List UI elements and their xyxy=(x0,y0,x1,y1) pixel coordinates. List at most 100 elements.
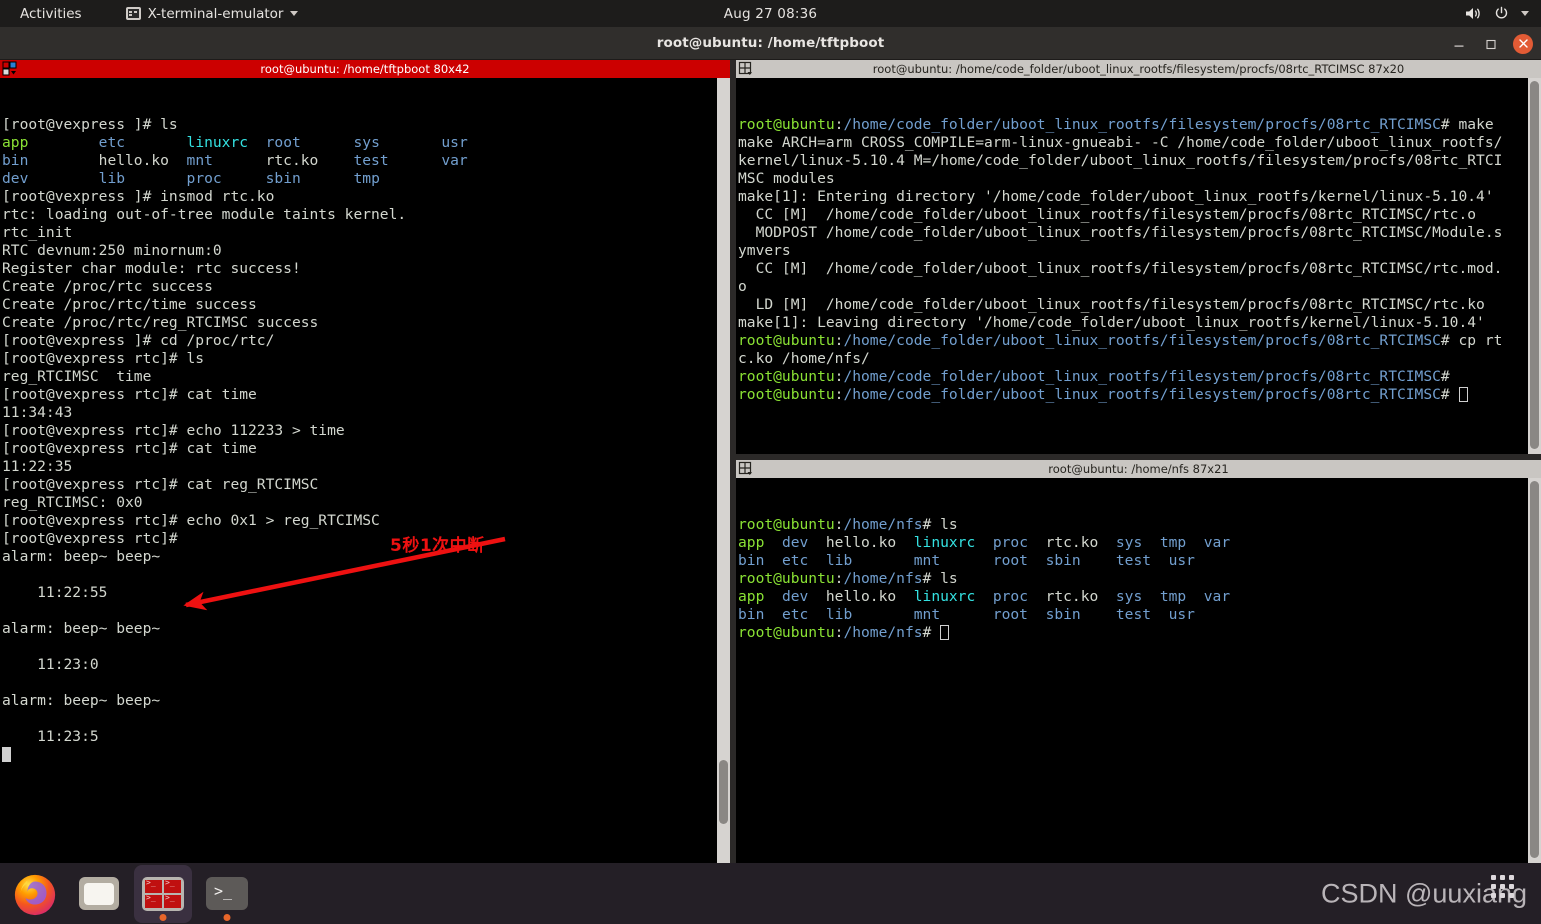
terminal-pane-container: root@ubuntu: /home/tftpboot 80x42 [root@… xyxy=(0,60,1541,863)
terminal-output-left[interactable]: [root@vexpress ]# ls app etc linuxrc root… xyxy=(0,78,730,863)
terminal-output-right-bottom[interactable]: root@ubuntu:/home/nfs# ls app dev hello.k… xyxy=(736,478,1541,863)
terminal-line: alarm: beep~ beep~ xyxy=(2,620,161,637)
terminal-line: c.ko /home/nfs/ xyxy=(738,350,870,367)
scrollbar-right-bottom[interactable] xyxy=(1528,478,1541,863)
pane-title-right-bottom-text: root@ubuntu: /home/nfs 87x21 xyxy=(1048,462,1229,476)
terminal-line: rtc: loading out-of-tree module taints k… xyxy=(2,206,407,223)
terminal-line: MSC modules xyxy=(738,170,835,187)
pane-split-icon[interactable] xyxy=(2,61,18,77)
firefox-icon xyxy=(14,874,56,915)
scrollbar-thumb[interactable] xyxy=(1530,481,1539,858)
terminal-line: app dev hello.ko linuxrc proc rtc.ko sys… xyxy=(738,534,1231,551)
dock-item-terminator[interactable] xyxy=(134,864,192,923)
terminal-line: Register char module: rtc success! xyxy=(2,260,301,277)
terminal-line: ymvers xyxy=(738,242,791,259)
terminal-line: Create /proc/rtc/time success xyxy=(2,296,257,313)
chevron-down-icon xyxy=(290,11,299,16)
terminal-line: [root@vexpress rtc]# cat time xyxy=(2,440,257,457)
power-icon xyxy=(1494,6,1509,21)
terminator-icon xyxy=(142,876,184,911)
scrollbar-thumb[interactable] xyxy=(1530,81,1539,449)
terminal-line: 11:34:43 xyxy=(2,404,73,421)
terminal-line: root@ubuntu:/home/code_folder/uboot_linu… xyxy=(738,386,1539,404)
dock: CSDN @uuxiang xyxy=(0,863,1541,924)
terminal-cursor xyxy=(1458,387,1468,402)
terminal-line: rtc_init xyxy=(2,224,73,241)
terminal-line: make[1]: Entering directory '/home/code_… xyxy=(738,188,1494,205)
terminal-line: bin hello.ko mnt rtc.ko test var xyxy=(2,152,468,169)
close-button[interactable] xyxy=(1513,33,1533,54)
chevron-down-icon[interactable] xyxy=(1521,11,1529,16)
terminal-line: alarm: beep~ beep~ xyxy=(2,548,161,565)
terminal-line: app dev hello.ko linuxrc proc rtc.ko sys… xyxy=(738,588,1231,605)
pane-split-icon[interactable] xyxy=(738,461,754,477)
terminal-line: app etc linuxrc root sys usr xyxy=(2,134,468,151)
pane-title-right-top[interactable]: root@ubuntu: /home/code_folder/uboot_lin… xyxy=(736,60,1541,78)
maximize-button[interactable] xyxy=(1481,34,1501,54)
window-title: root@ubuntu: /home/tftpboot xyxy=(656,35,885,51)
terminal-cursor xyxy=(940,625,950,640)
terminal-line: reg_RTCIMSC: 0x0 xyxy=(2,494,143,511)
annotation-label: 5秒1次中断 xyxy=(390,536,485,556)
window-controls[interactable] xyxy=(1449,27,1533,60)
dock-item-terminal[interactable] xyxy=(198,865,256,923)
terminal-line: [root@vexpress rtc]# echo 0x1 > reg_RTCI… xyxy=(2,512,380,529)
terminal-line: CC [M] /home/code_folder/uboot_linux_roo… xyxy=(738,260,1503,277)
terminal-line xyxy=(2,746,728,764)
terminal-line: MODPOST /home/code_folder/uboot_linux_ro… xyxy=(738,224,1503,241)
scrollbar-left[interactable] xyxy=(717,78,730,863)
terminal-line: o xyxy=(738,278,747,295)
terminal-line: root@ubuntu:/home/nfs# xyxy=(738,624,1539,642)
pane-title-left[interactable]: root@ubuntu: /home/tftpboot 80x42 xyxy=(0,60,730,78)
pane-title-right-bottom[interactable]: root@ubuntu: /home/nfs 87x21 xyxy=(736,460,1541,478)
scrollbar-right-top[interactable] xyxy=(1528,78,1541,454)
terminal-lines-right-bottom: root@ubuntu:/home/nfs# ls app dev hello.k… xyxy=(736,516,1541,642)
minimize-button[interactable] xyxy=(1449,34,1469,54)
terminal-line: bin etc lib mnt root sbin test usr xyxy=(738,606,1195,623)
terminal-line: root@ubuntu:/home/code_folder/uboot_linu… xyxy=(738,116,1494,133)
terminal-line: [root@vexpress rtc]# ls xyxy=(2,350,205,367)
clock[interactable]: Aug 27 08:36 xyxy=(724,6,817,22)
terminal-lines-left: [root@vexpress ]# ls app etc linuxrc root… xyxy=(0,116,730,764)
dock-item-files[interactable] xyxy=(70,865,128,923)
terminal-line: [root@vexpress rtc]# cat time xyxy=(2,386,257,403)
scrollbar-thumb[interactable] xyxy=(719,760,728,824)
terminal-line: [root@vexpress rtc]# cat reg_RTCIMSC xyxy=(2,476,319,493)
terminal-lines-right-top: root@ubuntu:/home/code_folder/uboot_linu… xyxy=(736,116,1541,404)
terminal-line: make ARCH=arm CROSS_COMPILE=arm-linux-gn… xyxy=(738,134,1503,151)
terminal-icon xyxy=(206,877,248,910)
dock-item-firefox[interactable] xyxy=(6,865,64,923)
terminal-output-right-top[interactable]: root@ubuntu:/home/code_folder/uboot_linu… xyxy=(736,78,1541,454)
terminal-pane-right-top[interactable]: root@ubuntu: /home/code_folder/uboot_lin… xyxy=(736,60,1541,454)
pane-split-icon[interactable] xyxy=(738,61,754,77)
pane-title-right-top-text: root@ubuntu: /home/code_folder/uboot_lin… xyxy=(872,62,1405,76)
terminal-line: [root@vexpress rtc]# echo 112233 > time xyxy=(2,422,345,439)
app-menu-button[interactable]: X-terminal-emulator xyxy=(125,5,299,22)
terminal-line: [root@vexpress ]# ls xyxy=(2,116,178,133)
window-title-bar[interactable]: root@ubuntu: /home/tftpboot xyxy=(0,27,1541,60)
terminal-pane-left[interactable]: root@ubuntu: /home/tftpboot 80x42 [root@… xyxy=(0,60,730,863)
apps-grid-icon[interactable] xyxy=(1491,875,1517,901)
terminal-line: CC [M] /home/code_folder/uboot_linux_roo… xyxy=(738,206,1477,223)
gnome-top-bar: Activities X-terminal-emulator Aug 27 08… xyxy=(0,0,1541,27)
terminal-line: 11:22:35 xyxy=(2,458,73,475)
terminal-line: root@ubuntu:/home/code_folder/uboot_linu… xyxy=(738,332,1503,349)
app-menu-label: X-terminal-emulator xyxy=(147,5,284,22)
terminal-line: reg_RTCIMSC time xyxy=(2,368,152,385)
terminal-line: alarm: beep~ beep~ xyxy=(2,692,161,709)
activities-button[interactable]: Activities xyxy=(12,4,90,24)
terminal-line: RTC devnum:250 minornum:0 xyxy=(2,242,222,259)
terminal-line: 11:22:55 xyxy=(2,584,108,601)
terminal-line: make[1]: Leaving directory '/home/code_f… xyxy=(738,314,1485,331)
terminal-line: [root@vexpress rtc]# xyxy=(2,530,178,547)
terminal-line: Create /proc/rtc success xyxy=(2,278,213,295)
system-status-area[interactable] xyxy=(1465,6,1529,21)
terminal-line: dev lib proc sbin tmp xyxy=(2,170,380,187)
terminal-pane-right-bottom[interactable]: root@ubuntu: /home/nfs 87x21 root@ubuntu… xyxy=(736,460,1541,863)
terminal-line: root@ubuntu:/home/nfs# ls xyxy=(738,570,958,587)
terminal-cursor xyxy=(2,747,11,762)
